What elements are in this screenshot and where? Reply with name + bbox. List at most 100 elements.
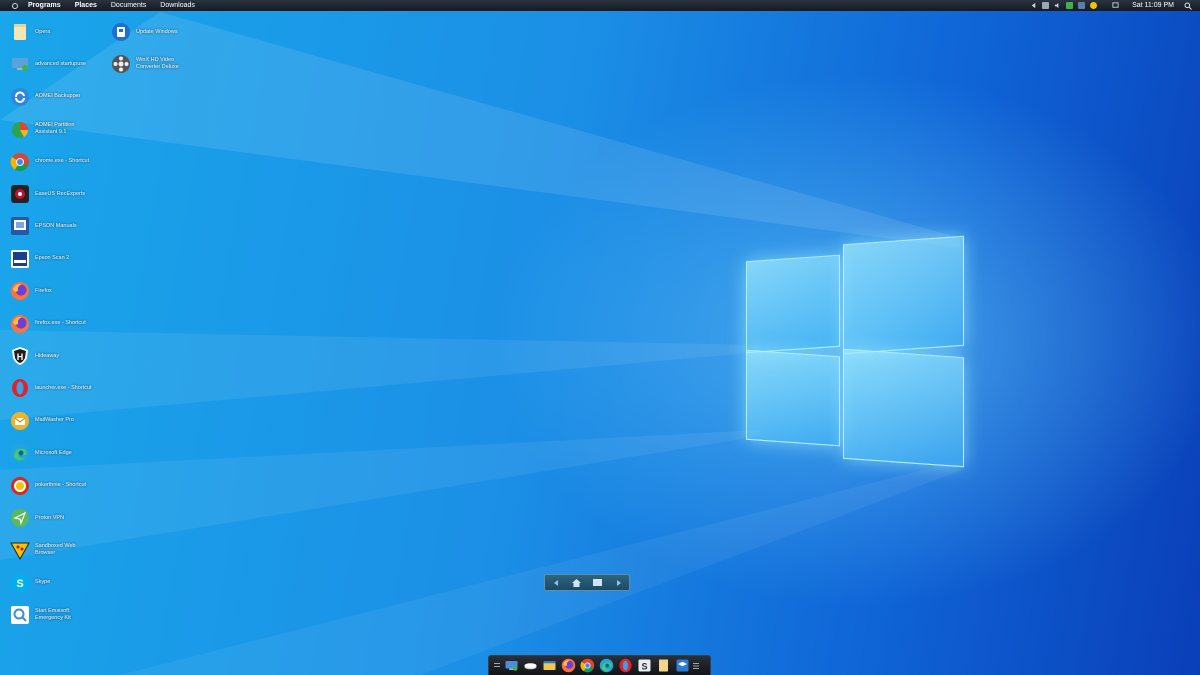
top-menu-bar: Programs Places Documents Downloads Sat … bbox=[0, 0, 1200, 11]
desktop-icon-label: advanced startupuse bbox=[35, 60, 87, 67]
menu-downloads[interactable]: Downloads bbox=[160, 2, 195, 9]
desktop-icon-11[interactable]: launcher.exe - Shortcut bbox=[9, 377, 97, 399]
opera-icon bbox=[9, 377, 31, 399]
mailwasher-icon bbox=[9, 410, 31, 432]
forward-arrow-icon[interactable] bbox=[613, 578, 625, 588]
vpn-icon bbox=[9, 507, 31, 529]
desktop-icon-label: Hideaway bbox=[35, 352, 60, 359]
desktop-icon-label: Update Windows bbox=[136, 28, 178, 35]
security-icon[interactable] bbox=[1066, 2, 1074, 9]
desktop-icon-label: pokerthnie - Shortcut bbox=[35, 482, 87, 489]
desktop-icon-8[interactable]: Firefox bbox=[9, 280, 97, 302]
desktop-icon[interactable] bbox=[592, 578, 604, 588]
menu-places[interactable]: Places bbox=[75, 2, 97, 9]
desktop-icon-18[interactable]: Start Emsisoft Emergency Kit bbox=[9, 604, 97, 626]
partition-icon bbox=[9, 118, 31, 140]
desktop-icon-16[interactable]: Sandboxed Web Browser bbox=[9, 539, 97, 561]
dock-s-app-icon[interactable]: S bbox=[636, 658, 652, 674]
desktop-icon-2[interactable]: AOMEI Backupper bbox=[9, 86, 97, 108]
desktop-icon-col2-1[interactable]: WinX HD Video Converter Deluxe bbox=[110, 53, 198, 75]
desktop-icon-label: AOMEI Partition Assistant 9.1 bbox=[35, 122, 75, 136]
navigation-widget bbox=[544, 574, 630, 591]
clock[interactable]: Sat 11:09 PM bbox=[1132, 2, 1174, 9]
dock-firefox-icon[interactable] bbox=[560, 658, 576, 674]
desktop-icon-col2-0[interactable]: Update Windows bbox=[110, 21, 198, 43]
sandbox-icon bbox=[9, 539, 31, 561]
desktop-icon-label: Skype bbox=[35, 579, 51, 586]
back-arrow-icon[interactable] bbox=[550, 578, 562, 588]
desktop-icon-10[interactable]: H Hideaway bbox=[9, 345, 97, 367]
update-icon bbox=[110, 21, 132, 43]
desktop-icon-7[interactable]: Epson Scan 2 bbox=[9, 248, 97, 270]
dock-chrome-icon[interactable] bbox=[579, 658, 595, 674]
home-icon[interactable] bbox=[571, 578, 583, 588]
app-tray-icon[interactable] bbox=[1078, 2, 1086, 9]
system-tray: Sat 11:09 PM bbox=[1030, 0, 1200, 11]
dock-box-icon[interactable] bbox=[674, 658, 690, 674]
desktop-icon-label: Sandboxed Web Browser bbox=[35, 543, 76, 557]
volume-icon[interactable] bbox=[1054, 2, 1061, 9]
desktop-icon-label: Firefox bbox=[35, 287, 52, 294]
desktop-icon-14[interactable]: pokerthnie - Shortcut bbox=[9, 475, 97, 497]
edge-icon bbox=[9, 442, 31, 464]
desktop-icon-label: MailWasher Pro bbox=[35, 417, 74, 424]
svg-text:H: H bbox=[17, 352, 24, 362]
dock-monitor-icon[interactable] bbox=[503, 658, 519, 674]
firefox-icon bbox=[9, 280, 31, 302]
desktop-icon-15[interactable]: Proton VPN bbox=[9, 507, 97, 529]
start-icon bbox=[12, 2, 18, 9]
desktop-icon-3[interactable]: AOMEI Partition Assistant 9.1 bbox=[9, 118, 97, 140]
desktop-icon-label: EPSON Manuals bbox=[35, 222, 77, 229]
desktop-icon-label: Epson Scan 2 bbox=[35, 255, 70, 262]
record-icon bbox=[9, 183, 31, 205]
svg-text:S: S bbox=[16, 578, 23, 590]
dock-overflow-icon[interactable] bbox=[693, 658, 699, 674]
desktop-icon-label: WinX HD Video Converter Deluxe bbox=[136, 57, 179, 71]
desktop-icon-label: chrome.exe - Shortcut bbox=[35, 158, 90, 165]
desktop-icon-label: Proton VPN bbox=[35, 514, 65, 521]
epson-manual-icon bbox=[9, 215, 31, 237]
desktop-icon-1[interactable]: advanced startupuse bbox=[9, 53, 97, 75]
magnifier-icon bbox=[9, 604, 31, 626]
dock-menu-icon[interactable] bbox=[494, 658, 500, 674]
desktop-icon-12[interactable]: MailWasher Pro bbox=[9, 410, 97, 432]
scanner-icon bbox=[9, 248, 31, 270]
desktop-icon-label: Start Emsisoft Emergency Kit bbox=[35, 608, 71, 622]
desktop-icon-label: firefox.exe - Shortcut bbox=[35, 320, 86, 327]
desktop-icon-13[interactable]: Microsoft Edge bbox=[9, 442, 97, 464]
poker-icon bbox=[9, 475, 31, 497]
desktop-icon-5[interactable]: EaseUS RecExperts bbox=[9, 183, 97, 205]
svg-text:S: S bbox=[641, 661, 647, 671]
dock-explorer-icon[interactable] bbox=[541, 658, 557, 674]
notification-icon[interactable] bbox=[1090, 2, 1098, 9]
dock-edge-icon[interactable] bbox=[598, 658, 614, 674]
desktop-icon-label: launcher.exe - Shortcut bbox=[35, 384, 92, 391]
skype-icon: S bbox=[9, 572, 31, 594]
desktop-icon-label: AOMEI Backupper bbox=[35, 93, 81, 100]
desktop-icon-4[interactable]: chrome.exe - Shortcut bbox=[9, 151, 97, 173]
tray-expand-icon[interactable] bbox=[1030, 2, 1037, 9]
search-icon[interactable] bbox=[1184, 2, 1192, 10]
action-center-icon[interactable] bbox=[1112, 2, 1119, 9]
menu-documents[interactable]: Documents bbox=[111, 2, 146, 9]
dock-opera-icon[interactable] bbox=[617, 658, 633, 674]
dock: S bbox=[488, 655, 711, 675]
dock-folder-icon[interactable] bbox=[655, 658, 671, 674]
chrome-icon bbox=[9, 151, 31, 173]
desktop-icon-label: Microsoft Edge bbox=[35, 449, 72, 456]
desktop-icon-9[interactable]: firefox.exe - Shortcut bbox=[9, 313, 97, 335]
desktop-icon-6[interactable]: EPSON Manuals bbox=[9, 215, 97, 237]
film-reel-icon bbox=[110, 53, 132, 75]
menu-programs[interactable]: Programs bbox=[28, 2, 61, 9]
desktop-icon-label: Opera bbox=[35, 28, 51, 35]
firefox-icon bbox=[9, 313, 31, 335]
network-icon[interactable] bbox=[1042, 2, 1050, 9]
dock-drive-icon[interactable] bbox=[522, 658, 538, 674]
backup-icon bbox=[9, 86, 31, 108]
desktop-icon-17[interactable]: S Skype bbox=[9, 572, 97, 594]
start-button[interactable] bbox=[10, 1, 20, 11]
desktop-icon-0[interactable]: Opera bbox=[9, 21, 97, 43]
monitor-icon bbox=[9, 53, 31, 75]
shield-icon: H bbox=[9, 345, 31, 367]
desktop-icon-label: EaseUS RecExperts bbox=[35, 190, 86, 197]
